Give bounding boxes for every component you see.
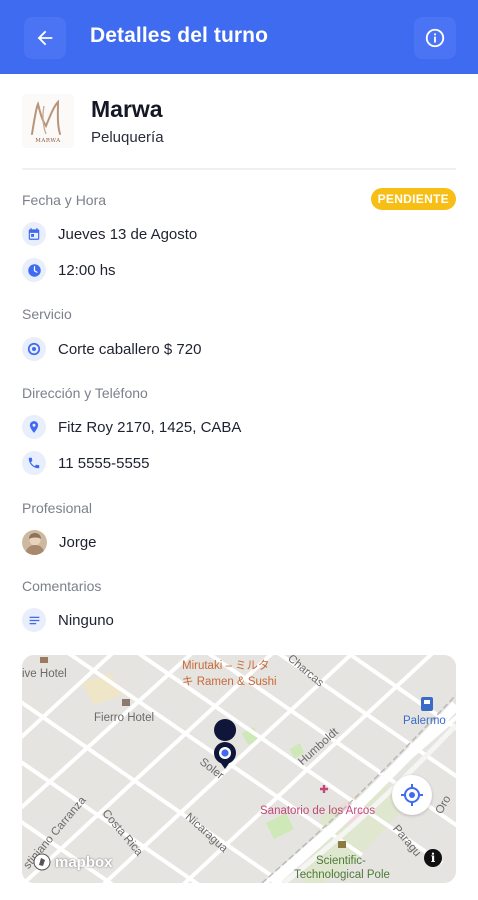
service-row: Corte caballero $ 720 [22, 336, 201, 362]
status-badge: PENDIENTE [370, 188, 456, 210]
address-row[interactable]: Fitz Roy 2170, 1425, CABA [22, 414, 241, 440]
business-logo: MARWA [22, 94, 74, 148]
crosshair-icon [401, 784, 423, 806]
professional-avatar [22, 529, 47, 555]
svg-text:MARWA: MARWA [35, 138, 61, 144]
app-bar: Detalles del turno [0, 0, 478, 74]
notes-icon [22, 608, 46, 632]
contact-label: Dirección y Teléfono [22, 385, 148, 401]
map-label-fierro-hotel: Fierro Hotel [94, 712, 155, 724]
map-label-sanatorio: Sanatorio de los Arcos [260, 805, 376, 817]
map-label-mirutaki-1: Mirutaki – ミルタ [182, 660, 270, 672]
map-attribution-button[interactable]: i [424, 849, 442, 867]
back-button[interactable] [24, 17, 66, 59]
comments-label: Comentarios [22, 578, 102, 594]
time-row: 12:00 hs [22, 257, 116, 283]
address-value: Fitz Roy 2170, 1425, CABA [58, 418, 242, 436]
map-streets [22, 655, 456, 883]
clock-icon [22, 258, 46, 282]
business-name: Marwa [91, 96, 163, 122]
time-value: 12:00 hs [58, 261, 116, 279]
page-title: Detalles del turno [90, 24, 269, 47]
location-pin-icon [22, 415, 46, 439]
business-category: Peluquería [91, 129, 164, 146]
phone-row[interactable]: 11 5555-5555 [22, 450, 149, 476]
date-value: Jueves 13 de Agosto [58, 225, 198, 243]
mapbox-icon [33, 853, 51, 871]
service-label: Servicio [22, 306, 72, 322]
info-icon [425, 28, 445, 48]
map-label-scientific-1: Scientific- [316, 855, 366, 867]
service-dot-icon [22, 337, 46, 361]
service-value: Corte caballero $ 720 [58, 340, 202, 358]
mapbox-logo: mapbox [32, 852, 113, 872]
date-row: Jueves 13 de Agosto [22, 221, 197, 247]
arrow-left-icon [37, 30, 53, 46]
locate-button[interactable] [392, 775, 432, 815]
map-label-palermo: Palermo [403, 715, 446, 727]
info-button[interactable] [414, 17, 456, 59]
map-label-live-hotel: ive Hotel [22, 668, 67, 680]
datetime-label: Fecha y Hora [22, 192, 107, 208]
phone-value: 11 5555-5555 [58, 454, 150, 472]
map-label-mirutaki-2: キ Ramen & Sushi [182, 676, 277, 688]
phone-icon [22, 451, 46, 475]
comments-row: Ninguno [22, 607, 114, 633]
comments-value: Ninguno [58, 611, 114, 629]
professional-label: Profesional [22, 500, 93, 516]
mapbox-text: mapbox [55, 853, 113, 871]
business-header: MARWA Marwa Peluquería [22, 92, 456, 170]
professional-row: Jorge [22, 529, 97, 555]
map-label-scientific-2: Technological Pole [294, 869, 390, 881]
professional-name: Jorge [59, 533, 97, 551]
location-map[interactable]: ive Hotel Mirutaki – ミルタ キ Ramen & Sushi… [22, 655, 456, 883]
calendar-icon [22, 222, 46, 246]
